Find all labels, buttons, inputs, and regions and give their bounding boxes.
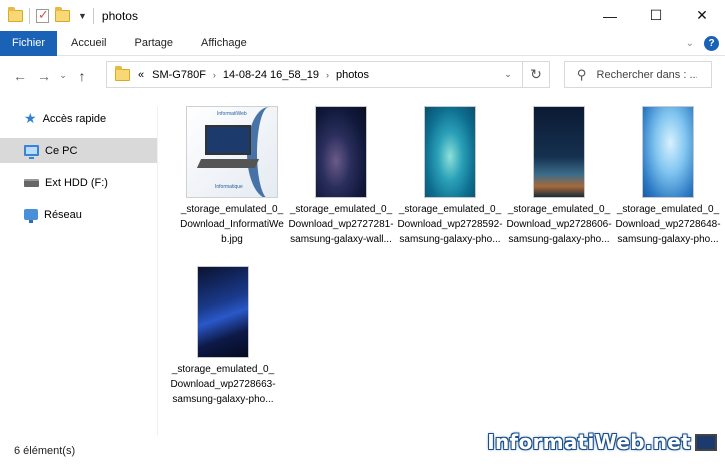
tab-accueil[interactable]: Accueil <box>57 31 120 56</box>
file-name: _storage_emulated_0_Download_wp2727281-s… <box>288 204 394 245</box>
breadcrumb-item-photos[interactable]: photos <box>336 69 369 81</box>
navigation-pane: ★ Accès rapide Ce PC Ext HDD (F:) Réseau <box>0 106 158 436</box>
thumbnail <box>169 266 277 358</box>
file-item[interactable]: _storage_emulated_0_Download_wp2727281-s… <box>287 106 395 247</box>
sidebar-item-label: Ce PC <box>45 144 78 157</box>
ribbon-controls: ⌄ ? <box>686 31 719 56</box>
recent-locations-icon[interactable]: ⌄ <box>56 70 70 81</box>
tab-fichier[interactable]: Fichier <box>0 30 58 56</box>
window-controls: — ☐ ✕ <box>587 0 725 31</box>
customize-toolbar-icon[interactable]: ▼ <box>78 11 87 21</box>
thumbnail <box>505 106 613 198</box>
thumbnail-header: InformatiWeb <box>217 111 247 117</box>
folder-icon <box>115 65 130 81</box>
status-item-count: 6 élément(s) <box>14 445 76 457</box>
informatiweb-image-thumbnail: InformatiWeb Informatique <box>186 106 278 198</box>
navigation-bar: ← → ⌄ ↑ « SM-G780F › 14-08-24 16_58_19 ›… <box>0 57 725 94</box>
watermark-text: InformatiWeb.net <box>487 430 691 454</box>
toolbar-divider <box>92 7 94 24</box>
maximize-button[interactable]: ☐ <box>633 0 679 31</box>
chevron-right-icon[interactable]: › <box>213 70 216 80</box>
file-name: _storage_emulated_0_Download_InformatiWe… <box>180 204 284 245</box>
file-name: _storage_emulated_0_Download_wp2728663-s… <box>170 364 276 405</box>
hard-drive-icon <box>24 178 39 187</box>
file-item[interactable]: InformatiWeb Informatique _storage_emula… <box>178 106 286 247</box>
forward-arrow-icon[interactable]: → <box>32 68 56 84</box>
title-bar: ▼ photos — ☐ ✕ <box>0 0 725 31</box>
sidebar-item-ext-hdd[interactable]: Ext HDD (F:) <box>0 170 157 195</box>
network-icon <box>24 209 38 223</box>
window-title: photos <box>101 8 138 23</box>
minimize-button[interactable]: — <box>587 0 633 31</box>
file-name: _storage_emulated_0_Download_wp2728648-s… <box>615 204 721 245</box>
watermark: InformatiWeb.net <box>487 430 717 454</box>
tab-partage[interactable]: Partage <box>120 31 187 56</box>
ribbon-tabs: Fichier Accueil Partage Affichage ⌄ ? <box>0 30 725 56</box>
back-arrow-icon[interactable]: ← <box>8 68 32 84</box>
sidebar-item-network[interactable]: Réseau <box>0 202 157 227</box>
breadcrumb-item-folder[interactable]: 14-08-24 16_58_19 <box>223 69 319 81</box>
galaxy-wallpaper-thumbnail <box>315 106 367 198</box>
file-item[interactable]: _storage_emulated_0_Download_wp2728648-s… <box>614 106 722 247</box>
tab-affichage[interactable]: Affichage <box>187 31 261 56</box>
file-list: InformatiWeb Informatique _storage_emula… <box>160 100 725 438</box>
sidebar-item-quick-access[interactable]: ★ Accès rapide <box>0 106 157 131</box>
file-item[interactable]: _storage_emulated_0_Download_wp2728606-s… <box>505 106 613 247</box>
breadcrumb: « SM-G780F › 14-08-24 16_58_19 › photos <box>138 69 369 81</box>
thumbnail <box>287 106 395 198</box>
water-splash-wallpaper-thumbnail <box>642 106 694 198</box>
file-name: _storage_emulated_0_Download_wp2728606-s… <box>506 204 612 245</box>
sidebar-item-label: Réseau <box>44 208 82 221</box>
sidebar-item-label: Ext HDD (F:) <box>45 176 108 189</box>
computer-icon <box>24 145 39 159</box>
thumbnail-caption: Informatique <box>215 184 243 190</box>
address-bar[interactable]: « SM-G780F › 14-08-24 16_58_19 › photos … <box>106 61 550 88</box>
chevron-right-icon[interactable]: › <box>326 70 329 80</box>
sidebar-item-this-pc[interactable]: Ce PC <box>0 138 157 163</box>
star-icon: ★ <box>24 110 37 126</box>
quick-access-toolbar: ▼ <box>0 6 94 24</box>
address-dropdown-icon[interactable]: ⌄ <box>499 62 517 87</box>
laptop-icon <box>695 433 717 451</box>
thumbnail <box>614 106 722 198</box>
teal-wallpaper-thumbnail <box>424 106 476 198</box>
blue-abstract-wallpaper-thumbnail <box>197 266 249 358</box>
up-arrow-icon[interactable]: ↑ <box>70 68 94 84</box>
toolbar-divider <box>29 7 30 24</box>
expand-ribbon-icon[interactable]: ⌄ <box>686 38 694 49</box>
thumbnail: InformatiWeb Informatique <box>178 106 286 198</box>
search-icon: ⚲ <box>577 66 587 82</box>
properties-icon[interactable] <box>36 7 49 23</box>
night-sky-wallpaper-thumbnail <box>533 106 585 198</box>
thumbnail <box>396 106 504 198</box>
refresh-icon[interactable]: ↻ <box>522 62 549 87</box>
sidebar-item-label: Accès rapide <box>42 112 107 125</box>
search-box[interactable]: ⚲ <box>564 61 712 88</box>
breadcrumb-item-device[interactable]: SM-G780F <box>152 69 206 81</box>
file-name: _storage_emulated_0_Download_wp2728592-s… <box>397 204 503 245</box>
close-button[interactable]: ✕ <box>679 0 725 31</box>
folder-icon <box>8 6 23 22</box>
file-item[interactable]: _storage_emulated_0_Download_wp2728592-s… <box>396 106 504 247</box>
help-icon[interactable]: ? <box>704 36 719 51</box>
file-item[interactable]: _storage_emulated_0_Download_wp2728663-s… <box>169 266 277 407</box>
breadcrumb-overflow[interactable]: « <box>138 69 144 81</box>
new-folder-icon[interactable] <box>55 6 70 22</box>
search-input[interactable] <box>596 68 697 81</box>
